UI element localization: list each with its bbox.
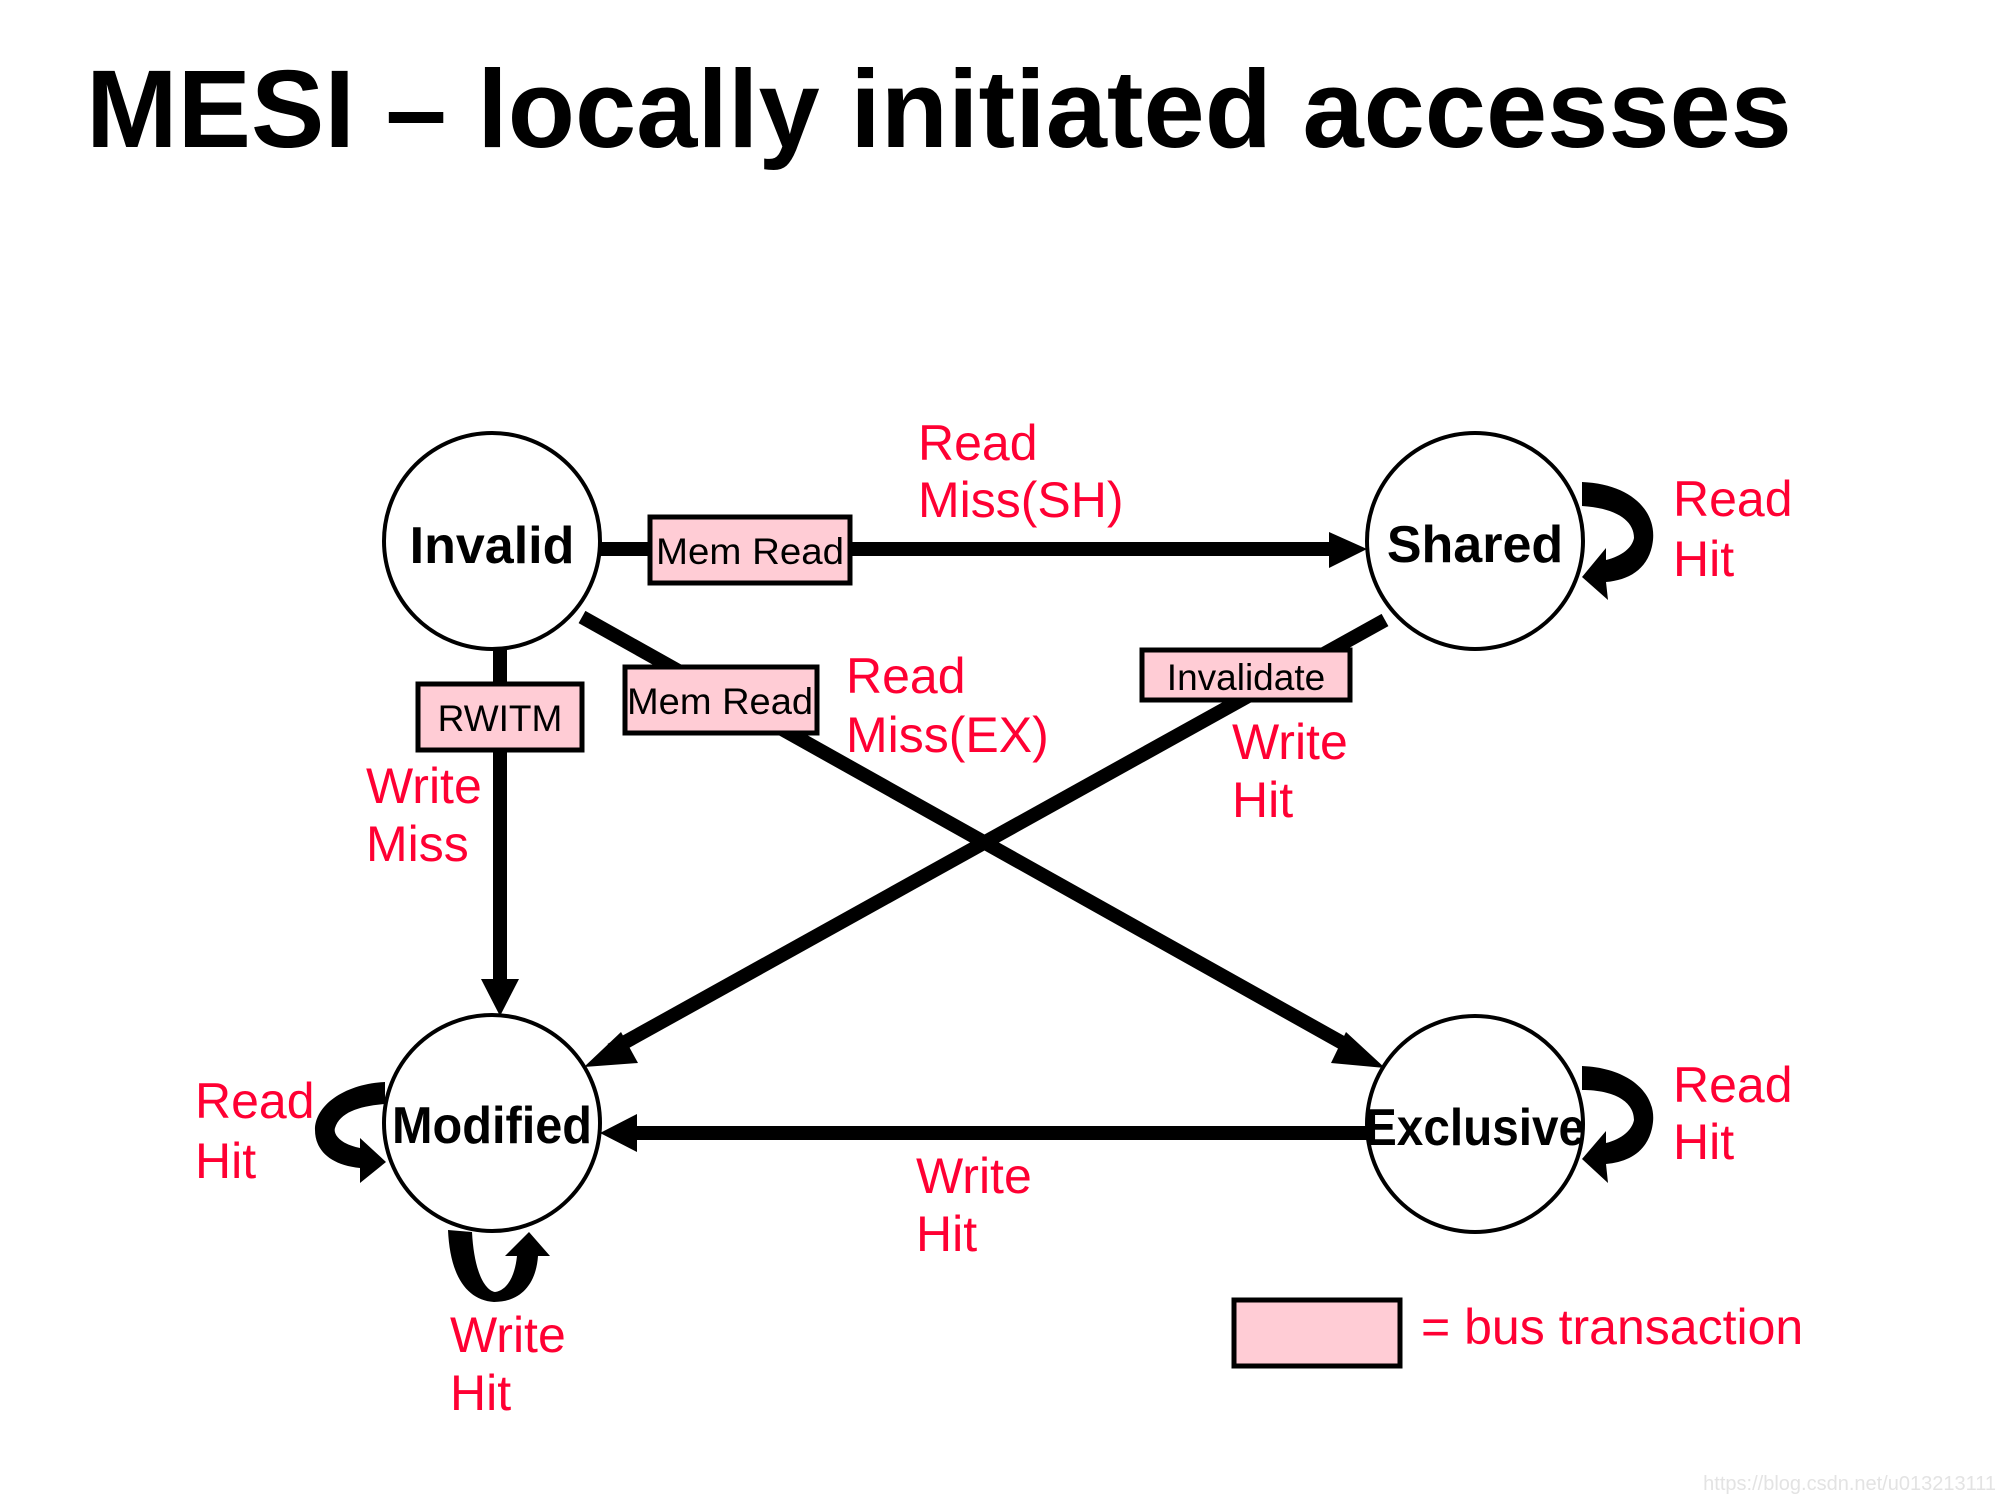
edge-exclusive-to-modified — [600, 1114, 1368, 1152]
state-exclusive: Exclusive — [1365, 1014, 1585, 1234]
loop-shared-read-hit — [1582, 482, 1654, 600]
event-label-line: Write — [916, 1148, 1032, 1204]
event-read-hit-modified: Read Hit — [195, 1073, 315, 1189]
state-modified: Modified — [382, 1013, 602, 1233]
event-read-hit-shared: Read Hit — [1673, 471, 1793, 587]
event-label-line: Hit — [1673, 531, 1734, 587]
event-label-line: Hit — [450, 1365, 511, 1421]
state-invalid: Invalid — [382, 431, 602, 651]
event-read-hit-exclusive: Read Hit — [1673, 1057, 1793, 1170]
event-read-miss-ex: Read Miss(EX) — [846, 648, 1049, 763]
loop-modified-write-hit — [448, 1230, 550, 1302]
state-label: Invalid — [410, 517, 575, 575]
event-label-line: Read — [846, 648, 966, 704]
event-write-hit-exclusive: Write Hit — [916, 1148, 1032, 1262]
event-label-line: Miss — [366, 816, 469, 872]
bus-box-mem-read-shared: Mem Read — [647, 514, 853, 586]
loop-exclusive-read-hit — [1582, 1066, 1654, 1183]
state-label: Modified — [392, 1097, 592, 1155]
bus-label: Mem Read — [656, 531, 844, 572]
event-write-hit-modified: Write Hit — [450, 1307, 566, 1421]
event-label-line: Write — [366, 758, 482, 814]
mesi-diagram: MESI – locally initiated accesses Invali… — [86, 48, 1996, 1495]
event-label-line: Read — [195, 1073, 315, 1129]
event-write-miss: Write Miss — [366, 758, 482, 872]
page-title: MESI – locally initiated accesses — [86, 48, 1792, 171]
arrowhead-icon — [481, 979, 519, 1016]
state-label: Shared — [1387, 516, 1563, 574]
event-label-line: Hit — [195, 1133, 256, 1189]
state-label: Exclusive — [1365, 1099, 1585, 1157]
event-label-line: Read — [1673, 1057, 1793, 1113]
legend-text: = bus transaction — [1421, 1299, 1803, 1355]
event-label-line: Miss(EX) — [846, 707, 1049, 763]
legend: = bus transaction — [1231, 1297, 1803, 1369]
arrowhead-icon — [1329, 532, 1367, 568]
event-label-line: Hit — [916, 1206, 977, 1262]
bus-box-invalidate: Invalidate — [1139, 647, 1353, 703]
event-label-line: Miss(SH) — [918, 472, 1124, 528]
event-label-line: Read — [1673, 471, 1793, 527]
loop-modified-read-hit — [315, 1082, 386, 1183]
arrowhead-icon — [600, 1114, 637, 1152]
state-shared: Shared — [1365, 431, 1585, 651]
event-label-line: Write — [450, 1307, 566, 1363]
event-write-hit-shared: Write Hit — [1232, 714, 1348, 828]
event-label-line: Read — [918, 415, 1038, 471]
event-label-line: Hit — [1673, 1114, 1734, 1170]
bus-box-mem-read-exclusive: Mem Read — [622, 664, 820, 736]
event-label-line: Hit — [1232, 772, 1293, 828]
bus-label: Invalidate — [1167, 657, 1325, 698]
watermark: https://blog.csdn.net/u013213111 — [1703, 1473, 1996, 1495]
legend-swatch — [1231, 1297, 1403, 1369]
bus-label: Mem Read — [627, 681, 813, 722]
event-label-line: Write — [1232, 714, 1348, 770]
event-read-miss-sh: Read Miss(SH) — [918, 415, 1124, 528]
bus-label: RWITM — [438, 698, 563, 739]
bus-box-rwitm: RWITM — [415, 681, 585, 753]
